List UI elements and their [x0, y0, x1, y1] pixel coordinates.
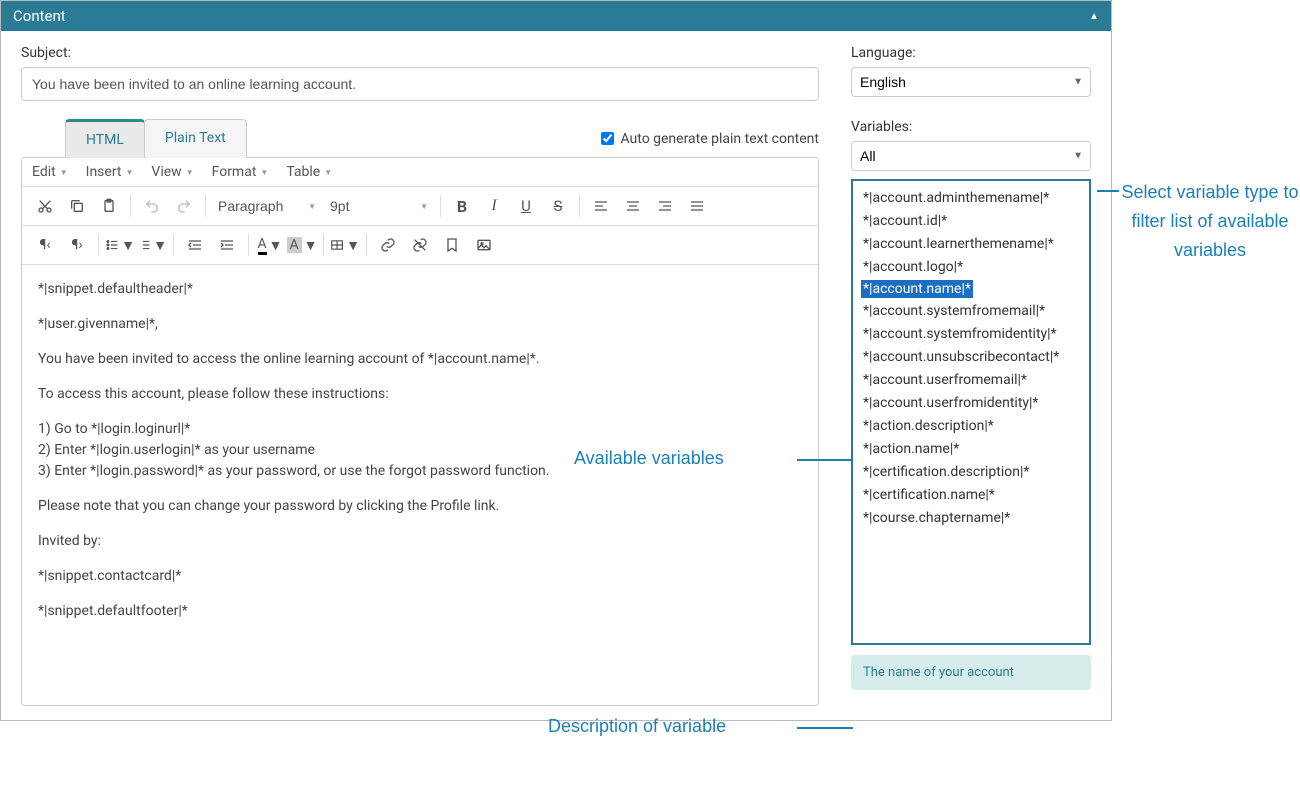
content-line: *|snippet.defaultfooter|*: [38, 601, 802, 622]
paste-icon[interactable]: [94, 191, 124, 221]
variable-item[interactable]: *|account.systemfromemail|*: [861, 300, 1081, 323]
align-center-icon[interactable]: [618, 191, 648, 221]
annotation-available: Available variables: [574, 448, 724, 469]
redo-icon[interactable]: [169, 191, 199, 221]
editor-menu-bar: Edit▼ Insert▼ View▼ Format▼ Table▼: [22, 158, 818, 187]
indent-icon[interactable]: [212, 230, 242, 260]
variables-list[interactable]: *|account.adminthemename|**|account.id|*…: [851, 179, 1091, 645]
variable-item[interactable]: *|account.unsubscribecontact|*: [861, 346, 1081, 369]
undo-icon[interactable]: [137, 191, 167, 221]
paragraph-select[interactable]: ▼: [212, 194, 322, 218]
language-select[interactable]: [851, 67, 1091, 97]
cut-icon[interactable]: [30, 191, 60, 221]
variable-item[interactable]: *|action.description|*: [861, 415, 1081, 438]
editor-content-area[interactable]: *|snippet.defaultheader|* *|user.givenna…: [22, 265, 818, 705]
variable-item[interactable]: *|certification.description|*: [861, 461, 1081, 484]
align-right-icon[interactable]: [650, 191, 680, 221]
menu-edit[interactable]: Edit▼: [32, 164, 68, 180]
variable-item[interactable]: *|account.learnerthemename|*: [861, 233, 1081, 256]
rtl-icon[interactable]: ¶›: [62, 230, 92, 260]
link-icon[interactable]: [373, 230, 403, 260]
variable-description: The name of your account: [851, 655, 1091, 690]
content-line: You have been invited to access the onli…: [38, 349, 802, 370]
ltr-icon[interactable]: ¶‹: [30, 230, 60, 260]
bookmark-icon[interactable]: [437, 230, 467, 260]
variable-item[interactable]: *|account.adminthemename|*: [861, 187, 1081, 210]
content-line: To access this account, please follow th…: [38, 384, 802, 405]
annotation-filter: Select variable type to filter list of a…: [1120, 178, 1300, 264]
variable-item[interactable]: *|course.chaptername|*: [861, 507, 1081, 530]
language-label: Language:: [851, 45, 1091, 61]
auto-generate-checkbox[interactable]: [601, 132, 614, 145]
image-icon[interactable]: [469, 230, 499, 260]
outdent-icon[interactable]: [180, 230, 210, 260]
align-left-icon[interactable]: [586, 191, 616, 221]
variable-item[interactable]: *|account.name|*: [861, 280, 973, 298]
editor-toolbar-2: ¶‹ ¶› ▼ ▼ A▼ A▼ ▼: [22, 226, 818, 265]
content-line: *|snippet.contactcard|*: [38, 566, 802, 587]
content-line: Please note that you can change your pas…: [38, 496, 802, 517]
variable-item[interactable]: *|account.systemfromidentity|*: [861, 323, 1081, 346]
panel-title: Content: [13, 7, 66, 25]
subject-label: Subject:: [21, 45, 819, 61]
menu-table[interactable]: Table▼: [286, 164, 332, 180]
variable-item[interactable]: *|action.name|*: [861, 438, 1081, 461]
bullet-list-icon[interactable]: ▼: [105, 230, 135, 260]
content-line: Invited by:: [38, 531, 802, 552]
variable-item[interactable]: *|account.logo|*: [861, 256, 1081, 279]
menu-format[interactable]: Format▼: [212, 164, 269, 180]
variable-item[interactable]: *|certification.name|*: [861, 484, 1081, 507]
content-line: *|user.givenname|*,: [38, 314, 802, 335]
unlink-icon[interactable]: [405, 230, 435, 260]
text-color-icon[interactable]: A▼: [255, 230, 285, 260]
variables-label: Variables:: [851, 119, 1091, 135]
number-list-icon[interactable]: ▼: [137, 230, 167, 260]
tab-plain-text[interactable]: Plain Text: [144, 119, 247, 158]
bg-color-icon[interactable]: A▼: [287, 230, 317, 260]
editor-toolbar: ▼ ▼ B I U S: [22, 187, 818, 226]
underline-icon[interactable]: U: [511, 191, 541, 221]
annotation-desc: Description of variable: [548, 716, 726, 737]
menu-insert[interactable]: Insert▼: [86, 164, 134, 180]
italic-icon[interactable]: I: [479, 191, 509, 221]
variable-item[interactable]: *|account.userfromemail|*: [861, 369, 1081, 392]
align-justify-icon[interactable]: [682, 191, 712, 221]
copy-icon[interactable]: [62, 191, 92, 221]
strikethrough-icon[interactable]: S: [543, 191, 573, 221]
table-icon[interactable]: ▼: [330, 230, 360, 260]
content-line: 1) Go to *|login.loginurl|*: [38, 419, 802, 440]
variable-item[interactable]: *|account.id|*: [861, 210, 1081, 233]
menu-view[interactable]: View▼: [151, 164, 193, 180]
content-line: *|snippet.defaultheader|*: [38, 279, 802, 300]
font-size-select[interactable]: ▼: [324, 194, 434, 218]
rich-text-editor: Edit▼ Insert▼ View▼ Format▼ Table▼: [21, 157, 819, 706]
variables-filter-select[interactable]: [851, 141, 1091, 171]
collapse-icon[interactable]: ▲: [1089, 11, 1099, 22]
variable-item[interactable]: *|account.userfromidentity|*: [861, 392, 1081, 415]
bold-icon[interactable]: B: [447, 191, 477, 221]
subject-input[interactable]: [21, 67, 819, 101]
auto-generate-checkbox-label[interactable]: Auto generate plain text content: [601, 131, 819, 147]
tab-html[interactable]: HTML: [65, 119, 145, 158]
panel-header[interactable]: Content ▲: [1, 1, 1111, 31]
